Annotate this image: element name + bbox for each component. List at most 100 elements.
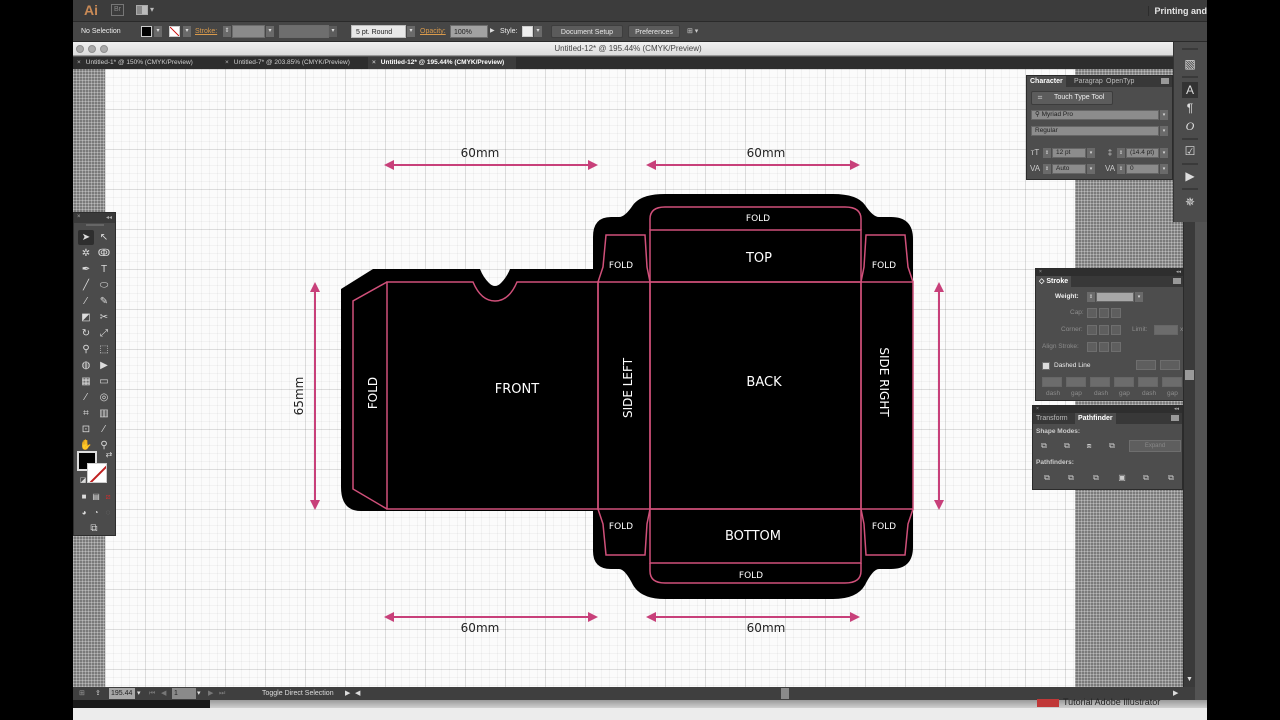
free-transform-tool-icon[interactable]: ⬚ bbox=[96, 342, 112, 357]
butt-cap-button[interactable] bbox=[1087, 308, 1097, 318]
artboard-tool-icon[interactable]: ⊡ bbox=[78, 422, 94, 437]
vertical-scroll-thumb[interactable] bbox=[1185, 370, 1194, 380]
screen-mode-icon[interactable]: ⧉ bbox=[86, 521, 102, 536]
align-inside-button[interactable] bbox=[1099, 342, 1109, 352]
limit-field[interactable] bbox=[1154, 325, 1178, 335]
round-join-button[interactable] bbox=[1099, 325, 1109, 335]
merge-icon[interactable]: ⧉ bbox=[1091, 473, 1101, 483]
artboard-number-field[interactable]: 1 bbox=[172, 688, 196, 699]
panel-menu-icon[interactable] bbox=[1171, 415, 1179, 421]
panel-grip[interactable] bbox=[86, 224, 104, 226]
default-fill-stroke-icon[interactable]: ◪ bbox=[75, 473, 91, 488]
width-tool-icon[interactable]: ⚲ bbox=[78, 342, 94, 357]
panel-menu-icon[interactable] bbox=[1173, 278, 1181, 284]
dash-field-3[interactable] bbox=[1138, 377, 1158, 387]
font-size-dropdown[interactable]: ▾ bbox=[1087, 148, 1095, 158]
graphic-style-swatch[interactable] bbox=[522, 26, 533, 37]
tracking-dropdown[interactable]: ▾ bbox=[1160, 164, 1168, 174]
stroke-weight-dropdown[interactable]: ▾ bbox=[266, 26, 274, 37]
artboard-dropdown[interactable]: ▾ bbox=[197, 688, 201, 699]
share-icon[interactable]: ⇪ bbox=[95, 688, 101, 699]
panel-menu-icon[interactable] bbox=[1161, 78, 1169, 84]
zoom-level-field[interactable]: 195.44 bbox=[109, 688, 135, 699]
paragraph-panel-icon[interactable]: ¶ bbox=[1182, 100, 1198, 116]
tab-untitled-7[interactable]: × Untitled-7* @ 203.85% (CMYK/Preview) bbox=[221, 57, 373, 69]
gap-field-3[interactable] bbox=[1162, 377, 1182, 387]
workspace-switcher[interactable]: Printing and bbox=[1147, 6, 1207, 16]
bridge-button[interactable]: Br bbox=[111, 4, 124, 16]
gap-field-1[interactable] bbox=[1066, 377, 1086, 387]
variable-width-profile[interactable] bbox=[279, 25, 329, 38]
opacity-field[interactable]: 100% bbox=[450, 25, 488, 38]
weight-field[interactable] bbox=[1096, 292, 1134, 302]
gradient-tool-icon[interactable]: ▭ bbox=[96, 374, 112, 389]
leading-field[interactable]: (14.4 pt) bbox=[1126, 148, 1159, 158]
kerning-dropdown[interactable]: ▾ bbox=[1087, 164, 1095, 174]
blend-tool-icon[interactable]: ◎ bbox=[96, 390, 112, 405]
stroke-color-dropdown[interactable]: ▾ bbox=[183, 26, 191, 37]
magic-wand-tool-icon[interactable]: ✲ bbox=[78, 246, 94, 261]
gradient-panel-icon[interactable]: ▧ bbox=[1182, 56, 1198, 72]
divide-icon[interactable]: ⧉ bbox=[1042, 473, 1052, 483]
tab-character[interactable]: Character bbox=[1027, 76, 1066, 87]
align-center-button[interactable] bbox=[1087, 342, 1097, 352]
unite-icon[interactable]: ⧉ bbox=[1039, 441, 1049, 451]
draw-inside-icon[interactable]: ◌ bbox=[100, 505, 116, 520]
ellipse-tool-icon[interactable]: ⬭ bbox=[96, 278, 112, 293]
panel-header[interactable]: × ◂◂ bbox=[1036, 269, 1184, 276]
crop-icon[interactable]: ▣ bbox=[1117, 473, 1127, 483]
horizontal-scroll-thumb[interactable] bbox=[781, 688, 789, 699]
column-graph-tool-icon[interactable]: ▥ bbox=[96, 406, 112, 421]
font-style-field[interactable]: Regular bbox=[1031, 126, 1159, 136]
graphic-style-dropdown[interactable]: ▾ bbox=[534, 26, 542, 37]
perspective-grid-tool-icon[interactable]: ▶ bbox=[96, 358, 112, 373]
scissors-tool-icon[interactable]: ✂ bbox=[96, 310, 112, 325]
variable-width-dropdown[interactable]: ▾ bbox=[329, 26, 337, 37]
tab-transform[interactable]: Transform bbox=[1033, 413, 1071, 424]
tab-paragraph[interactable]: Paragrap bbox=[1071, 76, 1106, 87]
dash-field-1[interactable] bbox=[1042, 377, 1062, 387]
grid-icon[interactable]: ⊞ bbox=[79, 688, 85, 699]
isolate-object-icon[interactable]: ⊞ ▾ bbox=[687, 25, 698, 38]
close-icon[interactable]: × bbox=[372, 59, 376, 66]
kerning-field[interactable]: Auto bbox=[1052, 164, 1086, 174]
dash-exact-lengths-button[interactable] bbox=[1160, 360, 1180, 370]
leading-dropdown[interactable]: ▾ bbox=[1160, 148, 1168, 158]
last-artboard-button[interactable]: ⏭ bbox=[219, 688, 225, 699]
swap-fill-stroke-icon[interactable]: ⇄ bbox=[101, 447, 117, 462]
eraser-tool-icon[interactable]: ◩ bbox=[78, 310, 94, 325]
slice-tool-icon[interactable]: ⁄ bbox=[96, 422, 112, 437]
panel-header[interactable]: × ◂◂ bbox=[1033, 406, 1182, 413]
pen-tool-icon[interactable]: ✒ bbox=[78, 262, 94, 277]
box-dieline[interactable]: FRONT BACK TOP BOTTOM FOLD FOLD FOLD FOL… bbox=[105, 69, 1075, 687]
tools-panel-header[interactable]: × ◂◂ bbox=[74, 213, 115, 223]
tracking-field[interactable]: 0 bbox=[1126, 164, 1159, 174]
type-tool-icon[interactable]: T bbox=[96, 262, 112, 277]
none-mode-icon[interactable]: ⧄ bbox=[100, 489, 116, 504]
symbols-panel-icon[interactable]: ✵ bbox=[1182, 194, 1198, 210]
fill-color-swatch[interactable] bbox=[141, 26, 152, 37]
tab-untitled-1[interactable]: × Untitled-1* @ 150% (CMYK/Preview) bbox=[73, 57, 221, 69]
lasso-tool-icon[interactable]: ↂ bbox=[96, 246, 112, 261]
miter-join-button[interactable] bbox=[1087, 325, 1097, 335]
trim-icon[interactable]: ⧉ bbox=[1066, 473, 1076, 483]
stroke-weight-stepper[interactable]: ⇕ bbox=[223, 26, 231, 37]
brush-dropdown[interactable]: ▾ bbox=[407, 26, 415, 37]
selection-tool-icon[interactable]: ➤ bbox=[78, 230, 94, 245]
close-icon[interactable]: × bbox=[225, 59, 229, 66]
outline-icon[interactable]: ⧉ bbox=[1141, 473, 1151, 483]
scroll-right-arrow[interactable]: ▶ bbox=[1173, 688, 1178, 699]
font-size-stepper[interactable]: ⇕ bbox=[1043, 148, 1051, 158]
stroke-color-swatch[interactable] bbox=[169, 26, 180, 37]
intersect-icon[interactable]: ⧈ bbox=[1084, 441, 1094, 451]
tab-stroke[interactable]: ◇ Stroke bbox=[1036, 276, 1072, 287]
tracking-stepper[interactable]: ⇕ bbox=[1117, 164, 1125, 174]
opentype-panel-icon[interactable]: O bbox=[1182, 118, 1198, 134]
minus-back-icon[interactable]: ⧉ bbox=[1166, 473, 1176, 483]
opacity-panel-link[interactable]: Opacity: bbox=[420, 25, 446, 38]
pasteboard[interactable]: FRONT BACK TOP BOTTOM FOLD FOLD FOLD FOL… bbox=[73, 69, 1185, 687]
document-setup-button[interactable]: Document Setup bbox=[551, 25, 623, 38]
align-outside-button[interactable] bbox=[1111, 342, 1121, 352]
preferences-button[interactable]: Preferences bbox=[628, 25, 680, 38]
tab-untitled-12[interactable]: × Untitled-12* @ 195.44% (CMYK/Preview) bbox=[368, 57, 516, 69]
